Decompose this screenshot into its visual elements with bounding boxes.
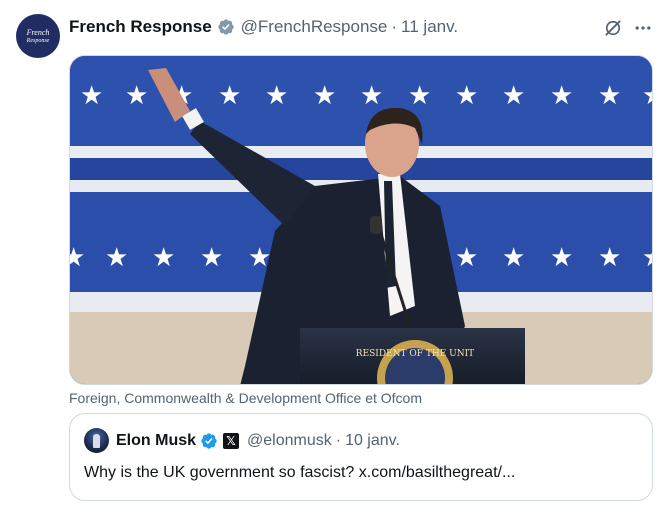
avatar-text-line-2: Response [26,37,50,44]
quoted-author-name[interactable]: Elon Musk [116,432,196,450]
verified-badge-icon [201,433,217,449]
svg-text:★: ★ [455,242,478,272]
svg-text:★: ★ [502,80,525,110]
svg-text:★: ★ [598,80,621,110]
svg-text:★: ★ [200,242,223,272]
svg-text:★: ★ [408,80,431,110]
photo-illustration: ★★ ★★ ★★ ★★ ★★ ★★ ★ ★★ ★★ ★★ ★★ ★★ [70,56,653,384]
svg-text:★: ★ [218,80,241,110]
svg-text:★: ★ [598,242,621,272]
seal-text: RESIDENT OF THE UNIT [356,349,474,359]
svg-text:★: ★ [550,80,573,110]
more-icon[interactable] [632,18,654,38]
svg-text:★: ★ [642,242,653,272]
quoted-author-handle[interactable]: @elonmusk [247,432,332,450]
separator-dot: · [391,17,398,36]
x-affiliate-badge-icon: 𝕏 [223,433,240,449]
tweet-date[interactable]: 11 janv. [401,17,458,37]
verified-badge-icon [217,19,234,35]
svg-text:★: ★ [360,80,383,110]
svg-text:★: ★ [125,80,148,110]
separator-dot: · [335,432,342,449]
svg-text:★: ★ [550,242,573,272]
quoted-tweet-text: Why is the UK government so fascist? x.c… [84,464,516,481]
media-caption: Foreign, Commonwealth & Development Offi… [69,390,423,406]
svg-text:★: ★ [265,80,288,110]
svg-text:★: ★ [105,242,128,272]
avatar-text-line-1: French [26,27,50,37]
svg-text:★: ★ [80,80,103,110]
author-avatar[interactable]: French Response [16,14,60,58]
tweet-header: French Response @FrenchResponse · 11 jan… [69,16,458,38]
author-handle[interactable]: @FrenchResponse [241,17,388,37]
grok-icon[interactable] [603,18,623,38]
svg-text:★: ★ [313,80,336,110]
svg-text:★: ★ [70,242,85,272]
svg-text:★: ★ [152,242,175,272]
quoted-author-avatar[interactable] [84,428,109,453]
svg-text:★: ★ [455,80,478,110]
quoted-tweet-header: Elon Musk 𝕏 @elonmusk · 10 janv. [116,430,400,452]
svg-text:★: ★ [642,80,653,110]
quoted-tweet[interactable]: Elon Musk 𝕏 @elonmusk · 10 janv. Why is … [69,413,653,501]
quoted-tweet-date[interactable]: 10 janv. [345,432,400,450]
author-name[interactable]: French Response [69,17,212,37]
svg-text:★: ★ [502,242,525,272]
tweet-photo[interactable]: ★★ ★★ ★★ ★★ ★★ ★★ ★ ★★ ★★ ★★ ★★ ★★ [69,55,653,385]
